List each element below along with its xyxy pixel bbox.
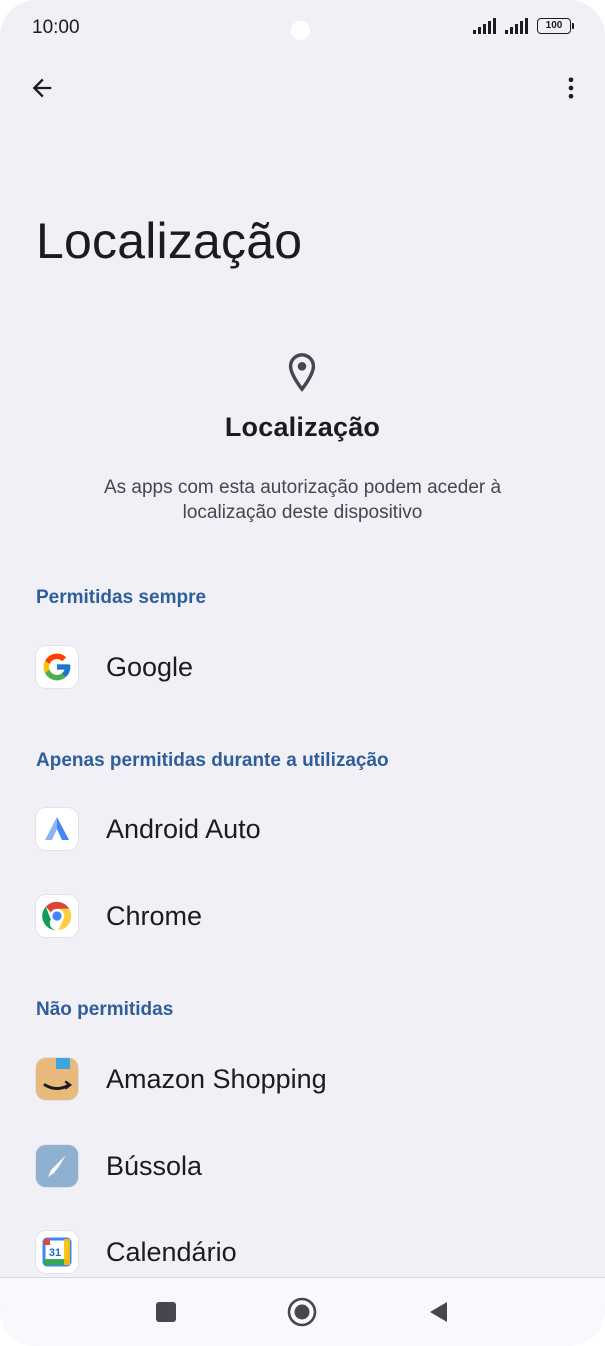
app-label: Bússola (106, 1151, 203, 1181)
home-circle-icon (287, 1297, 317, 1327)
back-triangle-icon (430, 1302, 447, 1322)
app-row-chrome[interactable]: Chrome (0, 875, 605, 955)
top-app-bar (0, 60, 605, 116)
app-row-compass[interactable]: Bússola (0, 1125, 605, 1205)
permission-description: As apps com esta autorização podem acede… (103, 477, 502, 523)
chrome-icon (36, 895, 78, 937)
group-label-while-using: Apenas permitidas durante a utilização (36, 750, 389, 771)
app-row-amazon-shopping[interactable]: Amazon Shopping (0, 1038, 605, 1118)
camera-cutout (291, 21, 310, 40)
back-button[interactable] (22, 68, 62, 108)
page-title: Localização (36, 213, 303, 269)
more-options-button[interactable] (551, 68, 591, 108)
recents-square-icon (156, 1302, 176, 1322)
location-pin-icon (288, 353, 316, 392)
phone-screen: 10:00 100 Localização Localização As app… (0, 0, 605, 1346)
compass-icon (36, 1145, 78, 1187)
app-label: Android Auto (106, 814, 261, 844)
app-row-google[interactable]: Google (0, 626, 605, 706)
app-label: Google (106, 652, 194, 682)
more-vert-icon (568, 77, 574, 99)
amazon-shopping-icon (36, 1058, 78, 1100)
signal-icon (505, 18, 528, 34)
battery-icon: 100 (537, 18, 574, 34)
home-button[interactable] (282, 1292, 322, 1332)
app-label: Chrome (106, 901, 203, 931)
app-label: Amazon Shopping (106, 1064, 327, 1094)
nav-back-button[interactable] (418, 1292, 458, 1332)
calendar-icon: 31 (36, 1231, 78, 1273)
status-bar: 10:00 100 (0, 0, 605, 58)
group-label-denied: Não permitidas (36, 999, 174, 1020)
app-label: Calendário (106, 1237, 237, 1267)
recents-button[interactable] (146, 1292, 186, 1332)
navigation-bar (0, 1277, 605, 1346)
status-icons: 100 (473, 18, 574, 34)
android-auto-icon (36, 808, 78, 850)
app-row-android-auto[interactable]: Android Auto (0, 788, 605, 868)
arrow-back-icon (32, 78, 52, 98)
calendar-badge: 31 (49, 1247, 61, 1259)
signal-icon (473, 18, 496, 34)
status-time: 10:00 (32, 17, 80, 38)
google-icon (36, 646, 78, 688)
permission-heading: Localização (224, 412, 381, 442)
group-label-always: Permitidas sempre (36, 587, 207, 608)
